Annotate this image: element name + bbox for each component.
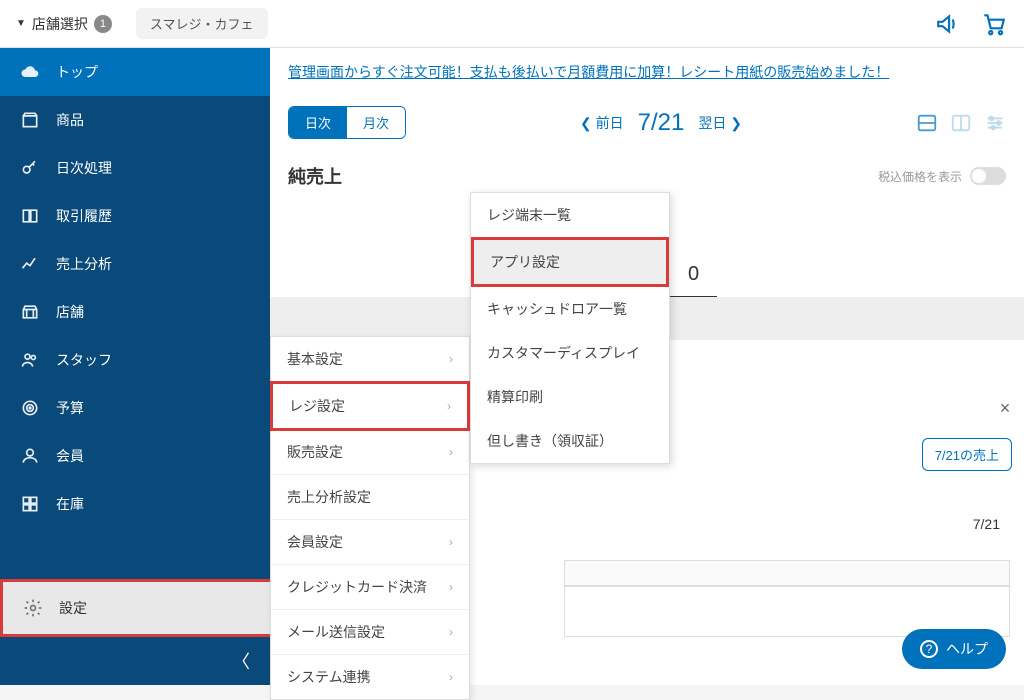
sidebar-item-label: 店舗 (56, 302, 84, 322)
user-icon (20, 446, 40, 466)
store-name-pill[interactable]: スマレジ・カフェ (136, 8, 268, 39)
menu-system-integration[interactable]: システム連携› (271, 655, 469, 699)
menu-credit-settings[interactable]: クレジットカード決済› (271, 565, 469, 610)
chart-icon (20, 254, 40, 274)
menu-basic-settings[interactable]: 基本設定› (271, 337, 469, 382)
date-nav: ❮ 前日 7/21 翌日 ❯ (580, 109, 742, 137)
submenu-app-settings[interactable]: アプリ設定 (471, 237, 669, 287)
prev-day-button[interactable]: ❮ 前日 (580, 113, 624, 133)
sidebar-item-transactions[interactable]: 取引履歴 (0, 192, 270, 240)
top-right (934, 10, 1008, 38)
seg-monthly[interactable]: 月次 (347, 107, 405, 138)
target-icon (20, 398, 40, 418)
controls-row: 日次 月次 ❮ 前日 7/21 翌日 ❯ (270, 96, 1024, 149)
sidebar-item-label: 設定 (59, 598, 87, 618)
sidebar-item-settings[interactable]: 設定 (3, 582, 270, 634)
chevron-right-icon: › (449, 625, 453, 639)
chevron-right-icon: › (447, 399, 451, 413)
split-view-icon[interactable] (916, 112, 938, 134)
columns-view-icon[interactable] (950, 112, 972, 134)
next-day-button[interactable]: 翌日 ❯ (698, 113, 742, 133)
menu-member-settings[interactable]: 会員設定› (271, 520, 469, 565)
box-icon (20, 110, 40, 130)
users-icon (20, 350, 40, 370)
register-submenu: レジ端末一覧 アプリ設定 キャッシュドロア一覧 カスタマーディスプレイ 精算印刷… (470, 192, 670, 464)
banner: 管理画面からすぐ注文可能！支払も後払いで月額費用に加算！レシート用紙の販売始めま… (270, 48, 1024, 96)
close-button[interactable]: × (992, 395, 1018, 421)
chevron-left-icon: 〈 (232, 648, 250, 674)
settings-menu: 基本設定› レジ設定› 販売設定› 売上分析設定 会員設定› クレジットカード決… (270, 336, 470, 700)
menu-sales-settings[interactable]: 販売設定› (271, 430, 469, 475)
sidebar-item-inventory[interactable]: 在庫 (0, 480, 270, 528)
chevron-right-icon: › (449, 352, 453, 366)
sidebar-settings-highlight: 設定 (0, 579, 270, 637)
store-icon (20, 302, 40, 322)
caret-down-icon: ▼ (16, 18, 26, 29)
tax-toggle[interactable] (970, 167, 1006, 185)
zero-value: 0 (670, 263, 717, 297)
submenu-settlement-print[interactable]: 精算印刷 (471, 375, 669, 419)
sidebar-item-label: 在庫 (56, 494, 84, 514)
sidebar-item-label: 商品 (56, 110, 84, 130)
view-mode-icons (916, 112, 1006, 134)
sidebar-item-label: 取引履歴 (56, 206, 112, 226)
sidebar-item-stores[interactable]: 店舗 (0, 288, 270, 336)
sidebar: トップ 商品 日次処理 取引履歴 売上分析 店舗 スタッフ 予算 会員 在庫 設 (0, 48, 270, 685)
net-sales-heading: 純売上 (288, 163, 342, 189)
question-icon: ? (920, 640, 938, 658)
sidebar-item-label: 会員 (56, 446, 84, 466)
top-bar: ▼ 店舗選択 1 スマレジ・カフェ (0, 0, 1024, 48)
sidebar-collapse-button[interactable]: 〈 (0, 637, 270, 685)
sidebar-item-label: 売上分析 (56, 254, 112, 274)
tax-toggle-label: 税込価格を表示 (878, 168, 962, 185)
menu-register-settings[interactable]: レジ設定› (270, 381, 470, 431)
sidebar-item-products[interactable]: 商品 (0, 96, 270, 144)
submenu-terminal-list[interactable]: レジ端末一覧 (471, 193, 669, 237)
table-date-cell: 7/21 (973, 516, 1000, 532)
tax-toggle-row: 税込価格を表示 (878, 167, 1006, 185)
submenu-customer-display[interactable]: カスタマーディスプレイ (471, 331, 669, 375)
store-count-badge: 1 (94, 15, 112, 33)
grid-icon (20, 494, 40, 514)
help-label: ヘルプ (946, 639, 988, 659)
announce-icon[interactable] (934, 10, 962, 38)
sidebar-item-top[interactable]: トップ (0, 48, 270, 96)
cart-icon[interactable] (980, 10, 1008, 38)
submenu-cashdrawer-list[interactable]: キャッシュドロア一覧 (471, 287, 669, 331)
cloud-icon (20, 62, 40, 82)
submenu-receipt-note[interactable]: 但し書き（領収証） (471, 419, 669, 463)
sidebar-item-staff[interactable]: スタッフ (0, 336, 270, 384)
sidebar-item-analytics[interactable]: 売上分析 (0, 240, 270, 288)
gear-icon (23, 598, 43, 618)
store-select-label: 店舗選択 (32, 14, 88, 34)
sidebar-item-members[interactable]: 会員 (0, 432, 270, 480)
chevron-right-icon: › (449, 445, 453, 459)
chevron-right-icon: › (449, 535, 453, 549)
menu-analytics-settings[interactable]: 売上分析設定 (271, 475, 469, 520)
menu-mail-settings[interactable]: メール送信設定› (271, 610, 469, 655)
table-header-bar (564, 560, 1010, 586)
sidebar-item-label: 予算 (56, 398, 84, 418)
sliders-view-icon[interactable] (984, 112, 1006, 134)
sidebar-item-budget[interactable]: 予算 (0, 384, 270, 432)
sidebar-item-daily[interactable]: 日次処理 (0, 144, 270, 192)
sales-badge-button[interactable]: 7/21の売上 (922, 438, 1012, 471)
store-select[interactable]: ▼ 店舗選択 1 (16, 14, 112, 34)
chevron-right-icon: › (449, 670, 453, 684)
key-icon (20, 158, 40, 178)
chevron-right-icon: › (449, 580, 453, 594)
help-button[interactable]: ? ヘルプ (902, 629, 1006, 669)
sidebar-item-label: スタッフ (56, 350, 112, 370)
book-icon (20, 206, 40, 226)
current-date[interactable]: 7/21 (638, 109, 685, 137)
seg-daily[interactable]: 日次 (289, 107, 347, 138)
banner-link[interactable]: 管理画面からすぐ注文可能！支払も後払いで月額費用に加算！レシート用紙の販売始めま… (288, 64, 889, 80)
sidebar-item-label: トップ (56, 62, 98, 82)
sidebar-item-label: 日次処理 (56, 158, 112, 178)
period-segment: 日次 月次 (288, 106, 406, 139)
